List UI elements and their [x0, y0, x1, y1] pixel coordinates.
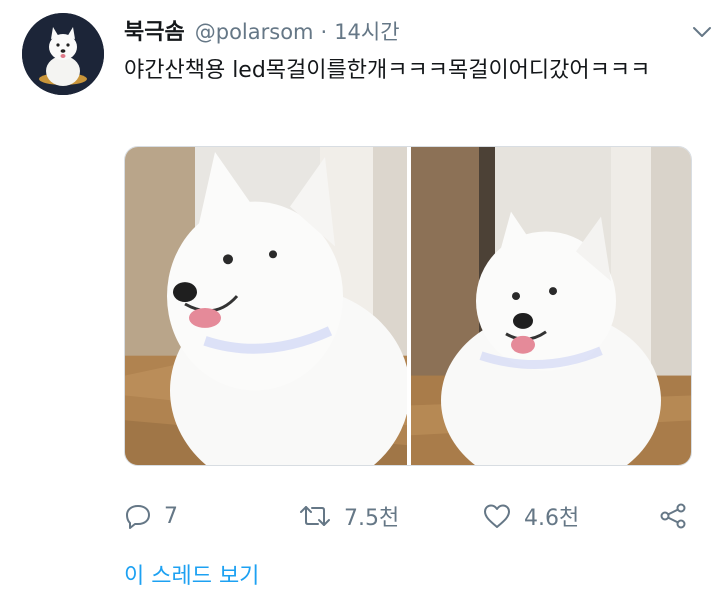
heart-icon — [484, 504, 510, 528]
dog-photo-left[interactable] — [125, 147, 407, 465]
retweet-button[interactable]: 7.5천 — [298, 496, 399, 536]
tweet-header: 북극솜 @polarsom · 14시간 — [124, 14, 400, 46]
like-count: 4.6천 — [524, 506, 580, 531]
retweet-count: 7.5천 — [344, 506, 400, 531]
dog-photo-right[interactable] — [411, 147, 692, 465]
tweet-text: 야간산책용 led목걸이를한개ㅋㅋㅋ목걸이어디갔어ㅋㅋㅋ — [124, 58, 651, 83]
share-icon — [660, 503, 686, 529]
share-button[interactable] — [658, 496, 688, 536]
avatar[interactable] — [22, 13, 104, 95]
retweet-icon — [300, 506, 330, 526]
reply-icon — [126, 505, 150, 529]
tweet-media — [124, 146, 692, 466]
separator: · — [320, 20, 328, 44]
display-name[interactable]: 북극솜 — [124, 14, 185, 46]
like-button[interactable]: 4.6천 — [482, 496, 579, 536]
user-handle[interactable]: @polarsom — [195, 20, 314, 44]
timestamp[interactable]: 14시간 — [334, 16, 399, 46]
show-thread-link[interactable]: 이 스레드 보기 — [124, 558, 259, 590]
reply-count: 7 — [164, 503, 178, 529]
chevron-down-icon[interactable] — [690, 24, 714, 40]
tweet-actions: 7 7.5천 4.6천 — [124, 496, 694, 536]
reply-button[interactable]: 7 — [124, 496, 178, 536]
avatar-image — [22, 13, 104, 95]
